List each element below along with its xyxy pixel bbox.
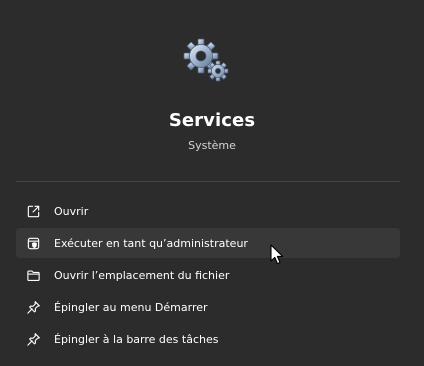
pin-icon: [25, 331, 41, 347]
menu-item-open-file-location[interactable]: Ouvrir l’emplacement du fichier: [16, 260, 400, 290]
context-menu-panel: Services Système Ouvrir Exécuter en tant…: [0, 0, 424, 366]
open-external-icon: [25, 203, 41, 219]
run-as-admin-icon: [25, 235, 41, 251]
folder-icon: [25, 267, 41, 283]
menu-item-pin-to-start[interactable]: Épingler au menu Démarrer: [16, 292, 400, 322]
app-category: Système: [188, 139, 236, 152]
menu-item-label: Épingler à la barre des tâches: [54, 332, 219, 346]
menu-item-label: Ouvrir l’emplacement du fichier: [54, 268, 230, 282]
menu-item-label: Exécuter en tant qu’administrateur: [54, 236, 248, 250]
pin-icon: [25, 299, 41, 315]
menu-item-pin-to-taskbar[interactable]: Épingler à la barre des tâches: [16, 324, 400, 354]
jump-list-menu: Ouvrir Exécuter en tant qu’administrateu…: [16, 196, 400, 356]
divider: [16, 181, 400, 182]
services-gear-icon: [183, 38, 229, 82]
menu-item-open[interactable]: Ouvrir: [16, 196, 400, 226]
mouse-cursor-icon: [270, 244, 284, 265]
app-title: Services: [168, 110, 256, 131]
menu-item-label: Ouvrir: [54, 204, 89, 218]
menu-item-run-as-admin[interactable]: Exécuter en tant qu’administrateur: [16, 228, 400, 258]
menu-item-label: Épingler au menu Démarrer: [54, 300, 208, 314]
